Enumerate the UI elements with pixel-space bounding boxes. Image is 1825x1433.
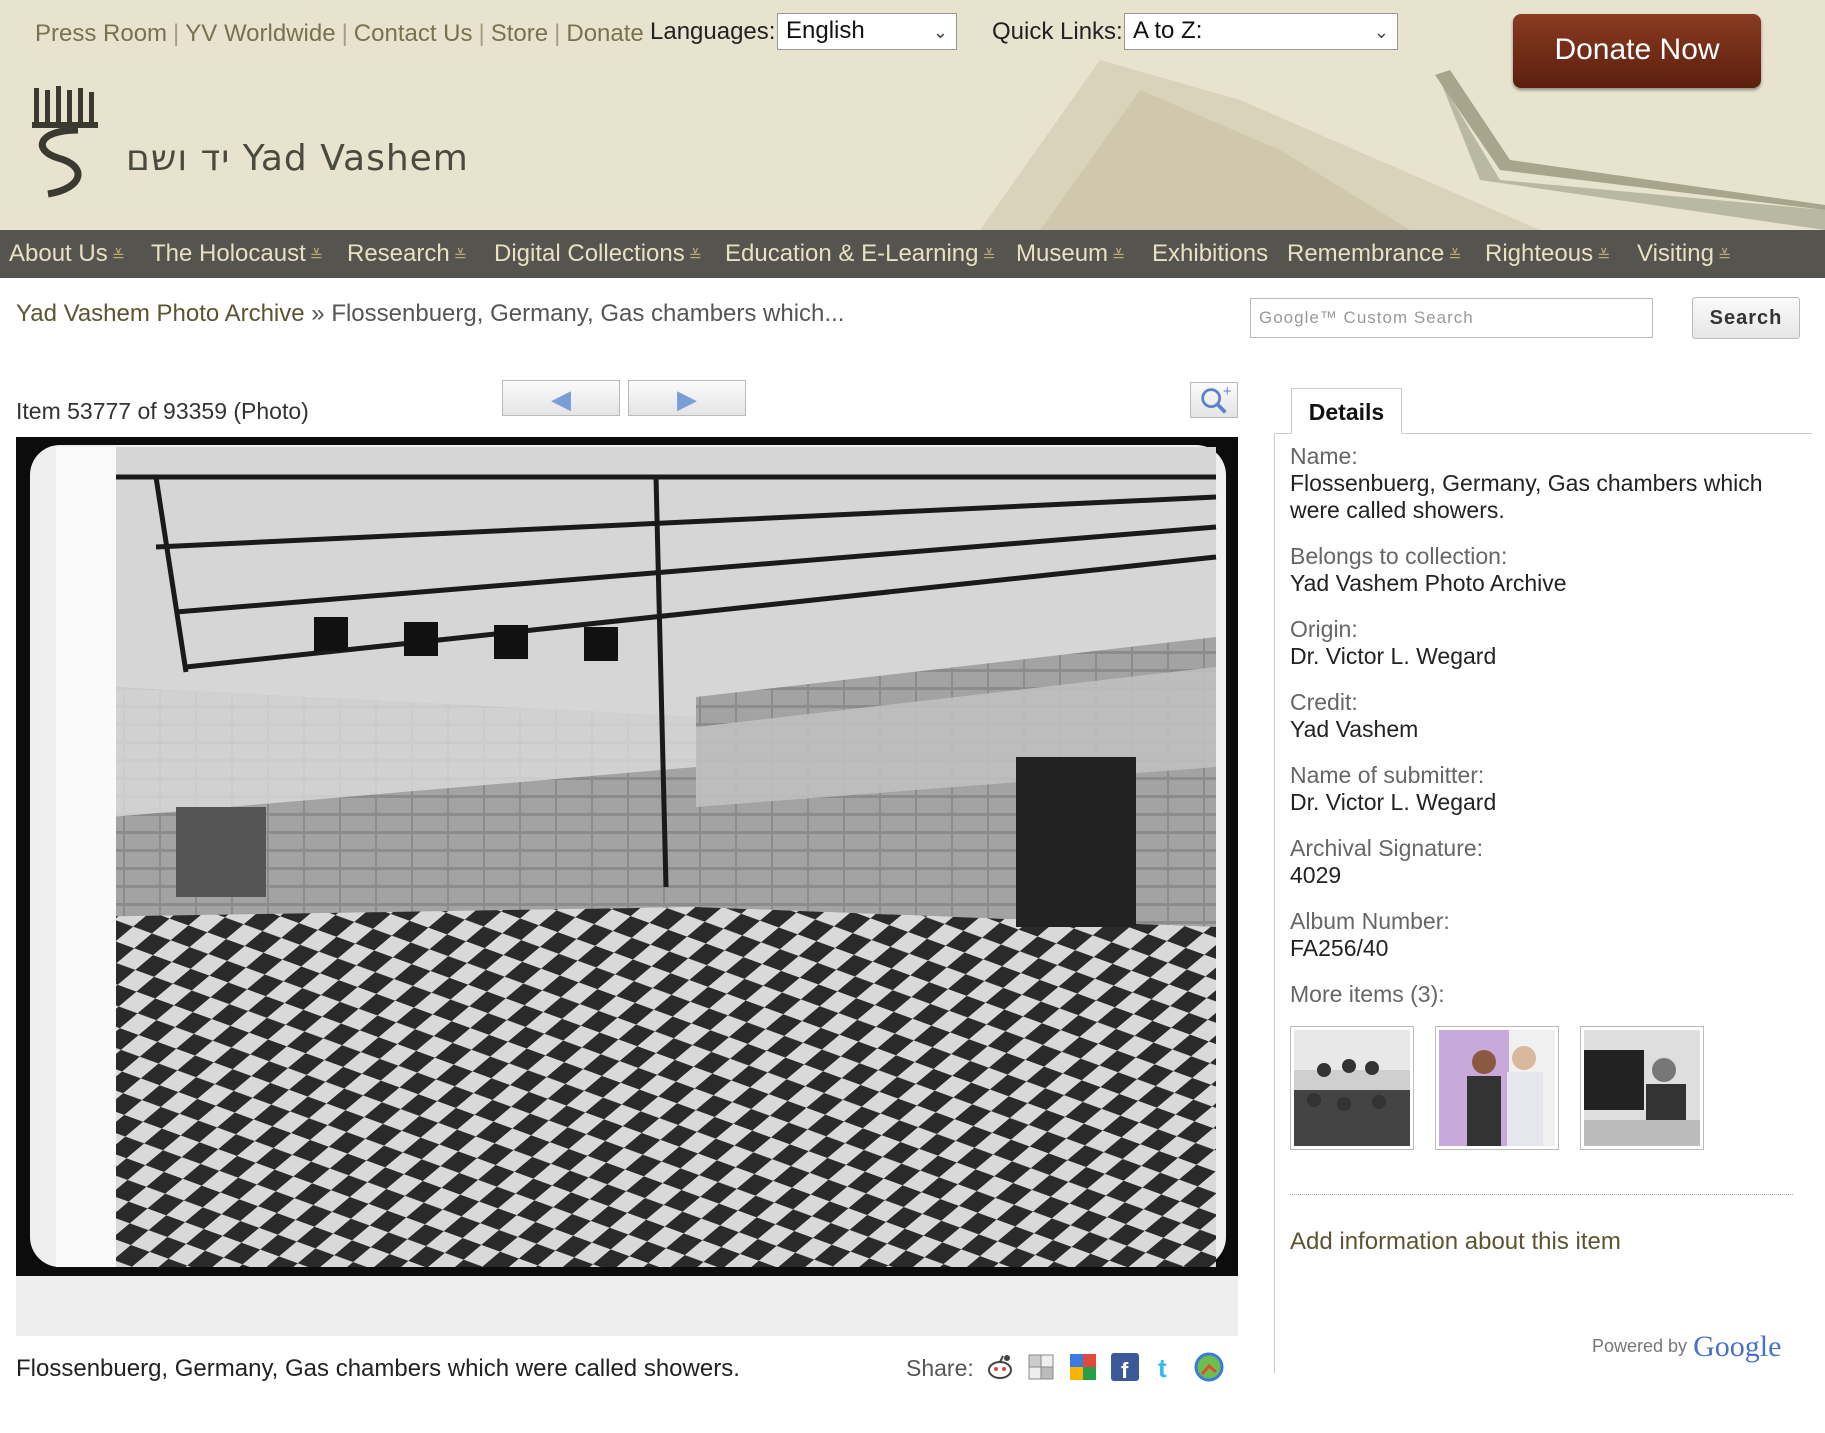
- yv-worldwide-link[interactable]: YV Worldwide: [185, 20, 335, 47]
- related-item-thumbnail[interactable]: [1435, 1026, 1559, 1150]
- delicious-icon[interactable]: [1026, 1352, 1056, 1382]
- details-divider: [1290, 1194, 1793, 1195]
- chevron-down-icon: ≚: [1597, 248, 1611, 265]
- item-count: Item 53777 of 93359 (Photo): [16, 398, 309, 424]
- language-select[interactable]: English ⌄: [777, 13, 957, 50]
- photo-caption: Flossenbuerg, Germany, Gas chambers whic…: [16, 1355, 740, 1382]
- facebook-icon[interactable]: f: [1110, 1352, 1140, 1382]
- field-collection: Belongs to collection: Yad Vashem Photo …: [1290, 543, 1800, 597]
- field-origin: Origin: Dr. Victor L. Wegard: [1290, 616, 1497, 669]
- field-credit: Credit: Yad Vashem: [1290, 689, 1419, 742]
- chevron-down-icon: ⌄: [932, 22, 948, 42]
- svg-text:f: f: [1121, 1358, 1129, 1382]
- languages-label: Languages:: [650, 18, 776, 45]
- field-submitter: Name of submitter: Dr. Victor L. Wegard: [1290, 762, 1497, 815]
- chevron-down-icon: ≚: [309, 248, 324, 265]
- main-photo[interactable]: [16, 437, 1238, 1276]
- group-photo-thumbnail: [1294, 1030, 1410, 1146]
- contact-us-link[interactable]: Contact Us: [354, 20, 473, 47]
- chevron-down-icon: ≚: [688, 248, 703, 265]
- reddit-icon[interactable]: [985, 1352, 1015, 1382]
- chevron-down-icon: ≚: [1448, 248, 1462, 265]
- store-link[interactable]: Store: [491, 20, 548, 47]
- breadcrumb-separator: »: [311, 300, 325, 327]
- top-links: Press Room | YV Worldwide | Contact Us | Store…: [35, 20, 644, 47]
- chevron-down-icon: ≚: [453, 248, 468, 265]
- nav-about-us[interactable]: About Us ≚: [9, 240, 125, 268]
- quick-links-select[interactable]: A to Z: ⌄: [1124, 13, 1398, 50]
- chevron-down-icon: ≚: [1717, 248, 1732, 265]
- google-buzz-icon[interactable]: [1194, 1352, 1224, 1382]
- field-name: Name: Flossenbuerg, Germany, Gas chamber…: [1290, 443, 1763, 523]
- portrait-photo-thumbnail: [1584, 1030, 1700, 1146]
- nav-righteous[interactable]: Righteous ≚: [1485, 240, 1610, 268]
- arrow-right-icon: ▶: [677, 384, 697, 414]
- yad-vashem-logo-icon[interactable]: [28, 84, 108, 199]
- collection-link[interactable]: Yad Vashem Photo Archive: [1290, 570, 1800, 597]
- powered-by-google: Powered by Google: [1592, 1330, 1782, 1363]
- add-information-link[interactable]: Add information about this item: [1290, 1228, 1621, 1256]
- search-button[interactable]: Search: [1692, 297, 1800, 339]
- chevron-down-icon: ⌄: [1373, 22, 1389, 42]
- next-item-button[interactable]: ▶: [628, 380, 746, 416]
- related-item-thumbnail[interactable]: [1290, 1026, 1414, 1150]
- svg-text:+: +: [1223, 383, 1233, 397]
- quick-links-value: A to Z:: [1133, 17, 1203, 44]
- twitter-icon[interactable]: t: [1152, 1352, 1182, 1382]
- svg-text:t: t: [1158, 1353, 1167, 1382]
- press-room-link[interactable]: Press Room: [35, 20, 167, 47]
- field-album-number: Album Number: FA256/40: [1290, 908, 1450, 961]
- site-logo-text[interactable]: יד ושם Yad Vashem: [126, 138, 469, 179]
- photo-footer-bar: [16, 1276, 1238, 1336]
- breadcrumb-root-link[interactable]: Yad Vashem Photo Archive: [16, 300, 305, 327]
- tab-details[interactable]: Details: [1291, 388, 1402, 434]
- nav-digital-collections[interactable]: Digital Collections ≚: [494, 240, 702, 268]
- site-header: Press Room | YV Worldwide | Contact Us | Store…: [0, 0, 1825, 230]
- google-bookmarks-icon[interactable]: [1068, 1352, 1098, 1382]
- related-item-thumbnail[interactable]: [1580, 1026, 1704, 1150]
- language-value: English: [786, 17, 865, 44]
- more-items-label: More items (3):: [1290, 981, 1445, 1007]
- nav-visiting[interactable]: Visiting ≚: [1637, 240, 1731, 268]
- search-input[interactable]: Google™ Custom Search: [1250, 298, 1653, 338]
- donate-link[interactable]: Donate: [566, 20, 643, 47]
- field-archival-signature: Archival Signature: 4029: [1290, 835, 1484, 888]
- google-logo: Google: [1693, 1330, 1782, 1363]
- magnifier-zoom-icon: +: [1201, 383, 1233, 414]
- quick-links-label: Quick Links:: [992, 18, 1123, 45]
- chevron-down-icon: ≚: [111, 248, 126, 265]
- photo-gas-chamber-image: [16, 437, 1238, 1276]
- nav-education-e-learning[interactable]: Education & E-Learning ≚: [725, 240, 996, 268]
- arrow-left-icon: ◀: [551, 384, 571, 414]
- chevron-down-icon: ≚: [982, 248, 996, 265]
- people-photo-thumbnail: [1439, 1030, 1555, 1146]
- share-label: Share:: [906, 1355, 974, 1381]
- nav-research[interactable]: Research ≚: [347, 240, 467, 268]
- nav-the-holocaust[interactable]: The Holocaust ≚: [151, 240, 323, 268]
- nav-exhibitions[interactable]: Exhibitions: [1152, 240, 1268, 268]
- breadcrumb-current: Flossenbuerg, Germany, Gas chambers whic…: [331, 300, 845, 327]
- main-navigation: About Us ≚ The Holocaust ≚ Research ≚ Digit…: [0, 230, 1825, 278]
- zoom-button[interactable]: +: [1190, 382, 1238, 418]
- donate-now-button[interactable]: Donate Now: [1513, 14, 1761, 88]
- chevron-down-icon: ≚: [1112, 248, 1126, 265]
- previous-item-button[interactable]: ◀: [502, 380, 620, 416]
- nav-museum[interactable]: Museum ≚: [1016, 240, 1125, 268]
- nav-remembrance[interactable]: Remembrance ≚: [1287, 240, 1462, 268]
- breadcrumb: Yad Vashem Photo Archive » Flossenbuerg,…: [16, 300, 844, 328]
